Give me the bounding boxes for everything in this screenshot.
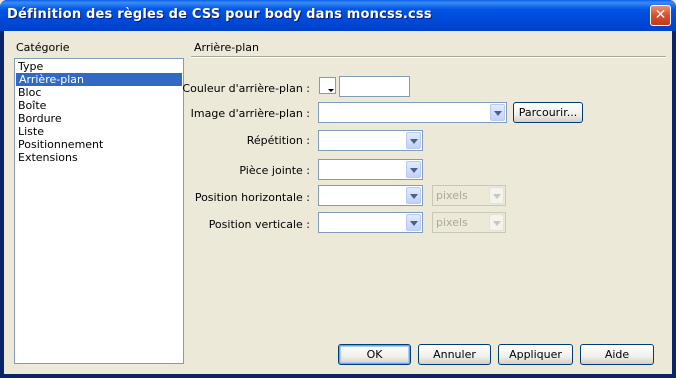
window-title: Définition des règles de CSS pour body d… bbox=[7, 7, 432, 22]
chevron-down-icon[interactable] bbox=[406, 187, 421, 204]
chevron-down-icon bbox=[489, 214, 504, 231]
category-item-border[interactable]: Bordure bbox=[15, 112, 183, 125]
category-item-list[interactable]: Liste bbox=[15, 125, 183, 138]
chevron-down-icon[interactable] bbox=[490, 104, 505, 121]
section-title: Arrière-plan bbox=[194, 41, 259, 54]
bg-color-input[interactable] bbox=[339, 76, 410, 97]
vpos-unit-value: pixels bbox=[436, 216, 468, 229]
help-button[interactable]: Aide bbox=[580, 344, 654, 365]
section-divider bbox=[191, 56, 666, 58]
hpos-label: Position horizontale : bbox=[194, 191, 310, 204]
chevron-down-icon bbox=[489, 187, 504, 204]
hpos-select[interactable] bbox=[318, 185, 423, 206]
category-item-type[interactable]: Type bbox=[15, 60, 183, 73]
cancel-button[interactable]: Annuler bbox=[418, 344, 491, 365]
dialog-window: Définition des règles de CSS pour body d… bbox=[0, 0, 676, 378]
bg-color-label: Couleur d'arrière-plan : bbox=[182, 82, 310, 95]
hpos-unit-value: pixels bbox=[436, 189, 468, 202]
vpos-unit-select: pixels bbox=[432, 212, 506, 233]
dialog-client: Catégorie Type Arrière-plan Bloc Boîte B… bbox=[4, 31, 672, 374]
title-bar: Définition des règles de CSS pour body d… bbox=[0, 0, 676, 31]
apply-button[interactable]: Appliquer bbox=[498, 344, 573, 365]
close-button[interactable]: ✕ bbox=[650, 5, 671, 26]
category-item-box[interactable]: Boîte bbox=[15, 99, 183, 112]
category-item-background[interactable]: Arrière-plan bbox=[16, 73, 182, 86]
close-icon: ✕ bbox=[654, 7, 667, 23]
chevron-down-icon[interactable] bbox=[406, 214, 421, 231]
category-label: Catégorie bbox=[16, 41, 70, 54]
vpos-select[interactable] bbox=[318, 212, 423, 233]
category-item-block[interactable]: Bloc bbox=[15, 86, 183, 99]
chevron-down-icon[interactable] bbox=[406, 161, 421, 178]
attachment-select[interactable] bbox=[318, 159, 423, 180]
vpos-label: Position verticale : bbox=[208, 218, 310, 231]
bg-image-label: Image d'arrière-plan : bbox=[190, 107, 310, 120]
category-item-extensions[interactable]: Extensions bbox=[15, 151, 183, 164]
hpos-unit-select: pixels bbox=[432, 185, 506, 206]
bg-image-combo[interactable] bbox=[318, 102, 507, 123]
ok-button[interactable]: OK bbox=[338, 344, 411, 365]
browse-button[interactable]: Parcourir... bbox=[513, 102, 583, 123]
repeat-label: Répétition : bbox=[246, 134, 310, 147]
color-swatch-icon[interactable] bbox=[319, 77, 336, 94]
repeat-select[interactable] bbox=[318, 130, 423, 151]
category-list[interactable]: Type Arrière-plan Bloc Boîte Bordure Lis… bbox=[14, 58, 184, 364]
chevron-down-icon[interactable] bbox=[406, 132, 421, 149]
attachment-label: Pièce jointe : bbox=[239, 164, 310, 177]
category-item-positioning[interactable]: Positionnement bbox=[15, 138, 183, 151]
